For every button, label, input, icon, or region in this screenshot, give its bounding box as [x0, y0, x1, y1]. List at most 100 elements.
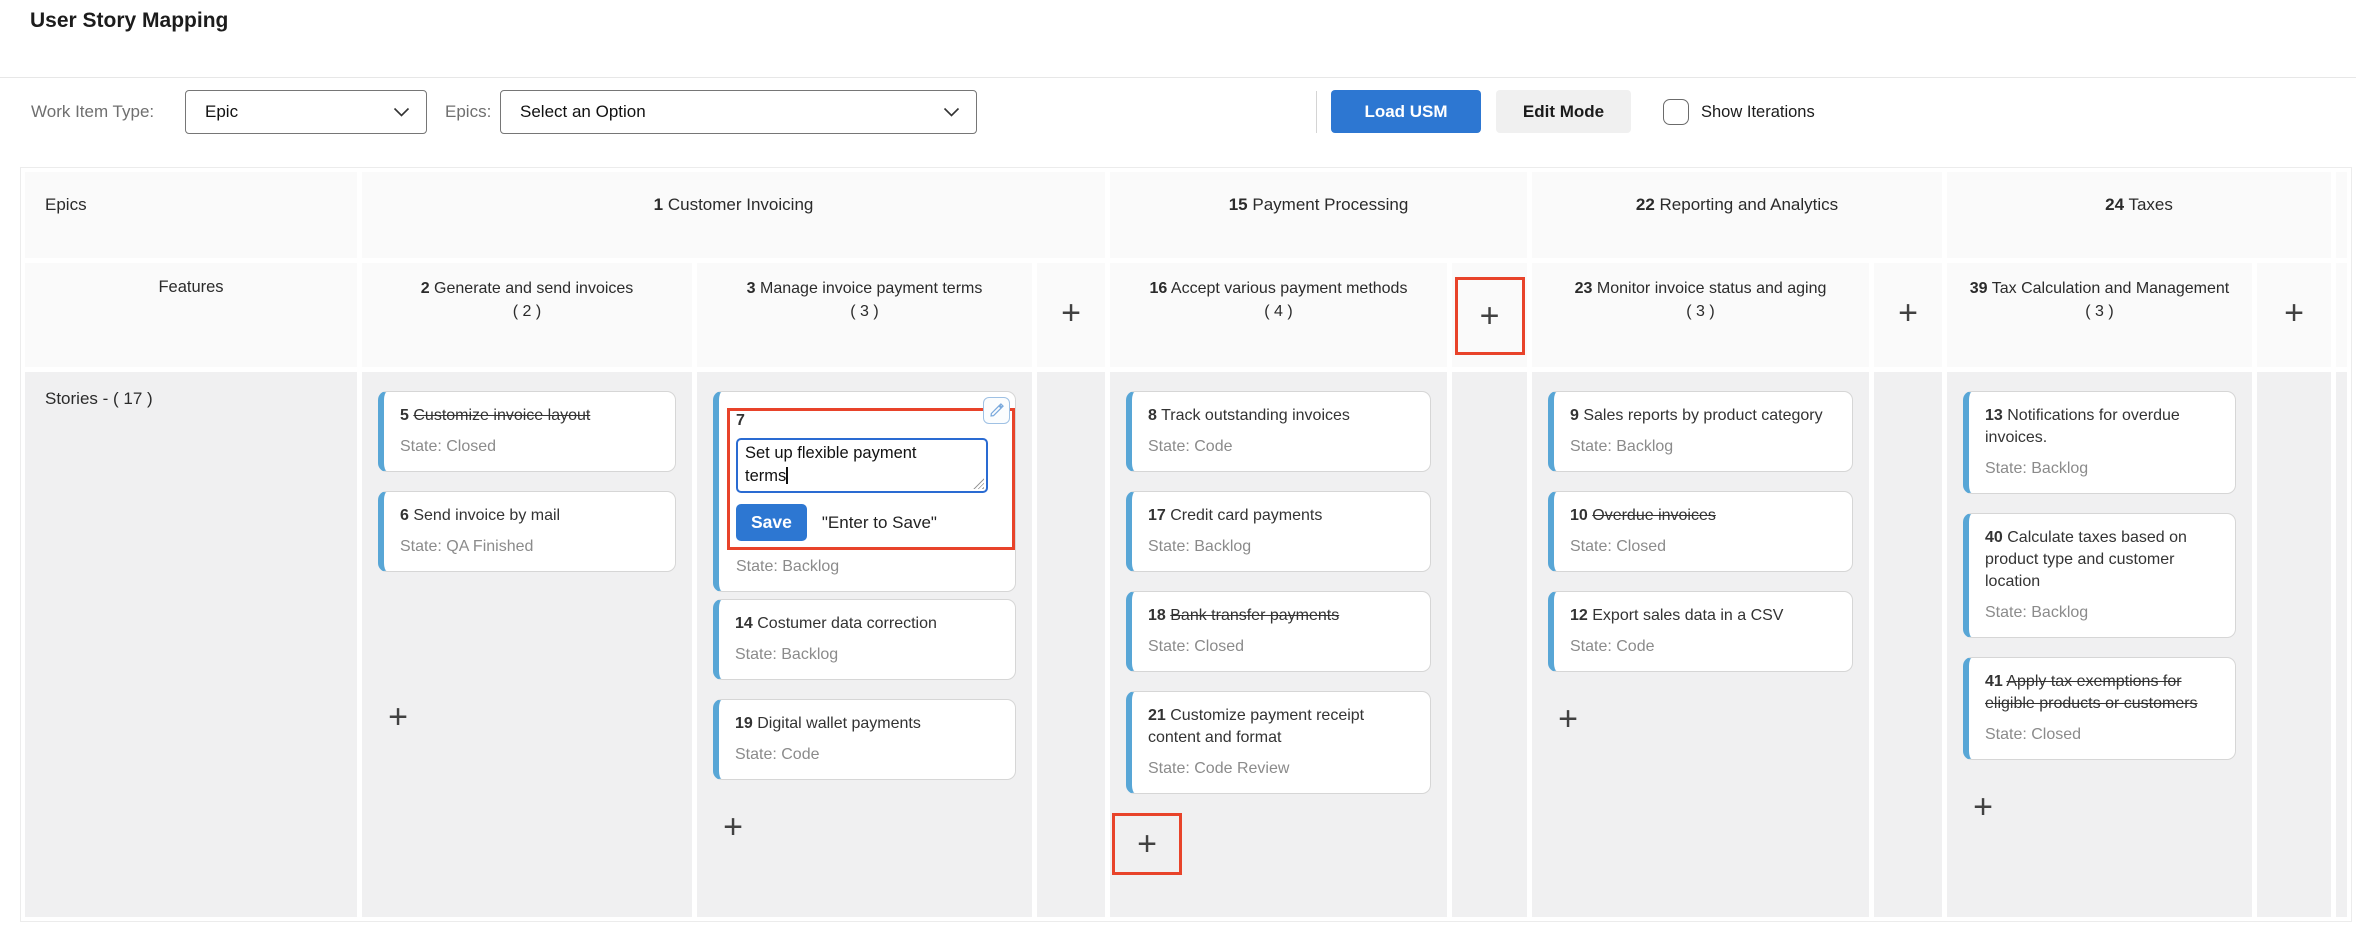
work-item-type-value: Epic	[205, 102, 238, 122]
story-id: 17	[1148, 507, 1166, 524]
story-card[interactable]: 40 Calculate taxes based on product type…	[1963, 513, 2236, 638]
edit-pencil-button[interactable]	[983, 397, 1010, 424]
work-item-type-label: Work Item Type:	[31, 102, 154, 122]
annotation-box: +	[1112, 813, 1182, 875]
story-card[interactable]: 9 Sales reports by product category Stat…	[1548, 391, 1853, 472]
feature-id: 39	[1970, 280, 1988, 297]
epic-id: 1	[654, 195, 663, 214]
stories-row-label: Stories - ( 17 )	[25, 372, 357, 917]
add-story-button[interactable]: +	[1536, 691, 1600, 747]
story-id: 18	[1148, 607, 1166, 624]
feature-id: 23	[1575, 280, 1593, 297]
story-spacer-cell	[1874, 372, 1942, 917]
feature-payment-terms[interactable]: 3 Manage invoice payment terms ( 3 )	[697, 263, 1032, 367]
story-state: State: Code	[1148, 436, 1415, 458]
story-column-generate-invoices: 5 Customize invoice layout State: Closed…	[362, 372, 692, 917]
epic-id: 24	[2105, 195, 2124, 214]
feature-generate-invoices[interactable]: 2 Generate and send invoices ( 2 )	[362, 263, 692, 367]
feature-payment-methods[interactable]: 16 Accept various payment methods ( 4 )	[1110, 263, 1447, 367]
story-id: 12	[1570, 607, 1588, 624]
story-card[interactable]: 5 Customize invoice layout State: Closed	[378, 391, 676, 472]
add-story-button[interactable]: +	[366, 689, 430, 745]
story-card[interactable]: 19 Digital wallet payments State: Code	[713, 699, 1016, 780]
story-spacer-cell	[1037, 372, 1105, 917]
story-state: State: Closed	[400, 436, 660, 458]
plus-icon: +	[723, 810, 743, 844]
epics-row-label: Epics	[25, 172, 357, 258]
story-state: State: Closed	[1985, 724, 2220, 746]
annotation-box: +	[1455, 277, 1525, 355]
text-caret	[786, 467, 788, 484]
add-story-button[interactable]: +	[701, 799, 765, 855]
feature-title: Manage invoice payment terms	[760, 280, 982, 297]
epic-id: 15	[1229, 195, 1248, 214]
story-id: 40	[1985, 529, 2003, 546]
epic-payment-processing[interactable]: 15 Payment Processing	[1110, 172, 1527, 258]
story-partial-cell	[2336, 372, 2347, 917]
add-feature-button[interactable]: +	[1876, 277, 1940, 349]
feature-title: Generate and send invoices	[434, 280, 633, 297]
story-card-editing[interactable]: 7 Set up flexible paymentterms Save "Ent…	[713, 391, 1016, 592]
story-state: State: Code Review	[1148, 758, 1415, 780]
feature-count: ( 2 )	[372, 301, 682, 323]
story-state: State: Backlog	[1570, 436, 1837, 458]
edit-mode-button[interactable]: Edit Mode	[1496, 90, 1631, 133]
story-state: State: Code	[1570, 636, 1837, 658]
chevron-down-icon	[393, 107, 410, 118]
plus-icon: +	[1898, 296, 1918, 330]
story-card[interactable]: 21 Customize payment receipt content and…	[1126, 691, 1431, 794]
story-card[interactable]: 14 Costumer data correction State: Backl…	[713, 599, 1016, 680]
add-story-button[interactable]: +	[1951, 779, 2015, 835]
story-column-tax-calculation: 13 Notifications for overdue invoices. S…	[1947, 372, 2252, 917]
add-feature-button[interactable]: +	[1458, 280, 1522, 352]
story-title: Customize payment receipt content and fo…	[1148, 707, 1364, 746]
epic-title: Payment Processing	[1252, 195, 1408, 214]
feature-tax-calculation[interactable]: 39 Tax Calculation and Management ( 3 )	[1947, 263, 2252, 367]
feature-count: ( 3 )	[1542, 301, 1859, 323]
epic-customer-invoicing[interactable]: 1 Customer Invoicing	[362, 172, 1105, 258]
chevron-down-icon	[943, 107, 960, 118]
story-card[interactable]: 17 Credit card payments State: Backlog	[1126, 491, 1431, 572]
story-state: State: QA Finished	[400, 536, 660, 558]
add-feature-button[interactable]: +	[2262, 277, 2326, 349]
story-title-textarea[interactable]: Set up flexible paymentterms	[736, 438, 988, 493]
plus-icon: +	[1137, 827, 1157, 861]
epic-reporting-analytics[interactable]: 22 Reporting and Analytics	[1532, 172, 1942, 258]
story-id: 8	[1148, 407, 1157, 424]
show-iterations-checkbox[interactable]	[1663, 99, 1689, 125]
plus-icon: +	[1558, 702, 1578, 736]
story-card[interactable]: 10 Overdue invoices State: Closed	[1548, 491, 1853, 572]
epic-title: Taxes	[2128, 195, 2172, 214]
story-title: Track outstanding invoices	[1161, 407, 1350, 424]
feature-invoice-status[interactable]: 23 Monitor invoice status and aging ( 3 …	[1532, 263, 1869, 367]
story-id: 10	[1570, 507, 1588, 524]
load-usm-button[interactable]: Load USM	[1331, 90, 1481, 133]
story-state: State: Closed	[1570, 536, 1837, 558]
story-card[interactable]: 41 Apply tax exemptions for eligible pro…	[1963, 657, 2236, 760]
feature-column-cell: +	[2257, 263, 2331, 367]
epic-title: Customer Invoicing	[668, 195, 814, 214]
story-card[interactable]: 8 Track outstanding invoices State: Code	[1126, 391, 1431, 472]
feature-id: 3	[747, 280, 756, 297]
epic-taxes[interactable]: 24 Taxes	[1947, 172, 2331, 258]
story-spacer-cell	[1452, 372, 1527, 917]
feature-title: Monitor invoice status and aging	[1597, 280, 1826, 297]
pencil-icon	[989, 403, 1004, 418]
feature-id: 2	[421, 280, 430, 297]
save-button[interactable]: Save	[736, 504, 807, 541]
add-story-button[interactable]: +	[1115, 816, 1179, 872]
story-title: Apply tax exemptions for eligible produc…	[1985, 673, 2198, 712]
story-card[interactable]: 18 Bank transfer payments State: Closed	[1126, 591, 1431, 672]
story-id: 19	[735, 715, 753, 732]
add-feature-button[interactable]: +	[1039, 277, 1103, 349]
story-card[interactable]: 12 Export sales data in a CSV State: Cod…	[1548, 591, 1853, 672]
work-item-type-select[interactable]: Epic	[185, 90, 427, 134]
story-id: 9	[1570, 407, 1579, 424]
story-card[interactable]: 13 Notifications for overdue invoices. S…	[1963, 391, 2236, 494]
show-iterations-label: Show Iterations	[1701, 103, 1815, 122]
story-title: Notifications for overdue invoices.	[1985, 407, 2180, 446]
epics-select[interactable]: Select an Option	[500, 90, 977, 134]
story-title: Sales reports by product category	[1583, 407, 1822, 424]
story-card[interactable]: 6 Send invoice by mail State: QA Finishe…	[378, 491, 676, 572]
resize-grip-icon[interactable]	[973, 478, 984, 489]
